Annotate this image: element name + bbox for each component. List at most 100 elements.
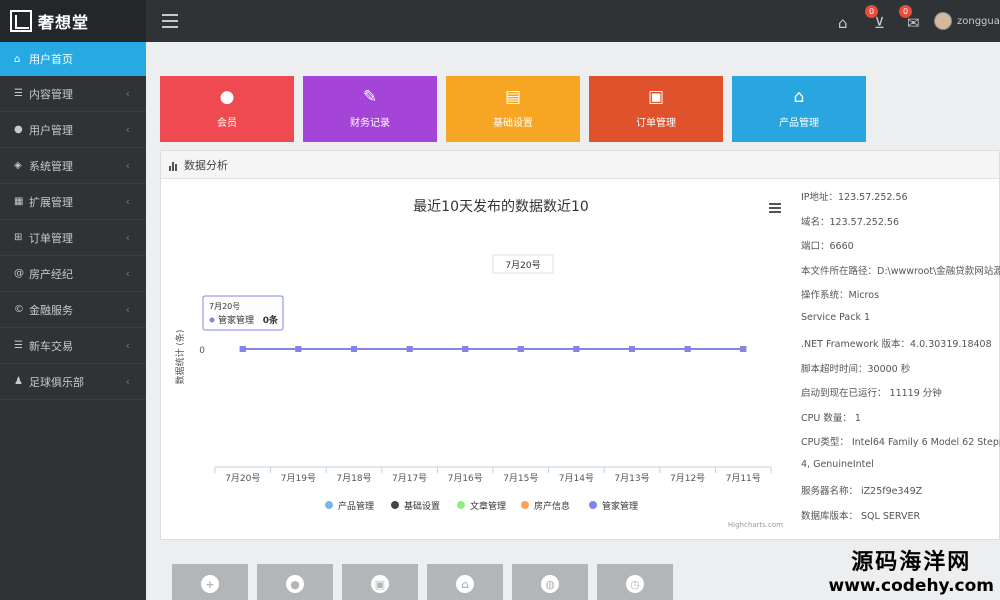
bottom-tile-1[interactable]: ● <box>257 564 333 600</box>
sidebar-item-5[interactable]: ⊞ 订单管理 ‹ <box>0 220 146 256</box>
sidebar-menu: ⌂ 用户首页 ☰ 内容管理 ‹ ● 用户管理 ‹ ◈ 系统管理 ‹ ▦ 扩展管理 ‹ ⊞ 订单管理 ‹ @ 房产经纪… <box>0 42 146 400</box>
sidebar-item-label: 新车交易 <box>29 339 73 353</box>
home-icon: ⌂ <box>14 53 21 65</box>
bottom-tile-0[interactable]: + <box>172 564 248 600</box>
list-icon: ☰ <box>14 340 23 351</box>
bottom-tile-2[interactable]: ▣ <box>342 564 418 600</box>
sidebar-item-label: 房产经纪 <box>29 267 73 281</box>
server-info-line: 启动到现在已运行： 11119 分钟 <box>801 388 942 399</box>
sidebar-item-label: 系统管理 <box>29 159 73 173</box>
tooltip-series: 管家管理 <box>218 314 254 326</box>
x-tick-label: 7月13号 <box>614 473 649 484</box>
chart-menu-icon-bar <box>769 211 781 213</box>
chevron-left-icon: ‹ <box>125 159 130 172</box>
sidebar: 奢想堂 ⌂ 用户首页 ☰ 内容管理 ‹ ● 用户管理 ‹ ◈ 系统管理 ‹ ▦ 扩展管理 ‹ ⊞ 订单管理 ‹ @… <box>0 0 146 600</box>
data-point <box>684 346 691 352</box>
x-tick-label: 7月19号 <box>281 473 316 484</box>
sidebar-item-label: 足球俱乐部 <box>29 375 84 389</box>
cart-badge: 0 <box>865 5 878 18</box>
tile-4[interactable]: ⌂ 产品管理 <box>732 76 866 142</box>
x-tick-label: 7月18号 <box>336 473 371 484</box>
sidebar-item-2[interactable]: ● 用户管理 ‹ <box>0 112 146 148</box>
server-info-line: .NET Framework 版本：4.0.30319.18408 <box>801 339 992 350</box>
data-point <box>239 346 246 352</box>
sidebar-item-8[interactable]: ☰ 新车交易 ‹ <box>0 328 146 364</box>
coin-icon: © <box>14 304 24 315</box>
legend-marker <box>325 501 333 509</box>
server-info-line: 脚本超时时间：30000 秒 <box>801 363 911 375</box>
user-icon: ● <box>286 575 304 593</box>
tile-label: 订单管理 <box>636 118 676 129</box>
chevron-left-icon: ‹ <box>125 231 130 244</box>
bottom-tile-3[interactable]: ⌂ <box>427 564 503 600</box>
tile-label: 财务记录 <box>350 118 390 129</box>
plus-icon: + <box>201 575 219 593</box>
legend-item: 基础设置 <box>404 500 440 512</box>
sidebar-item-3[interactable]: ◈ 系统管理 ‹ <box>0 148 146 184</box>
bottom-tile-5[interactable]: ◷ <box>597 564 673 600</box>
sidebar-item-1[interactable]: ☰ 内容管理 ‹ <box>0 76 146 112</box>
cart-icon: ⊞ <box>14 232 23 243</box>
chart-credit: Highcharts.com <box>728 521 783 529</box>
server-info-line: 域名：123.57.252.56 <box>801 216 900 228</box>
server-info-line: 本文件所在路径：D:\wwwroot\金融贷款网站源码\ <box>801 265 1000 277</box>
y-axis-label: 数据统计 (条) <box>174 330 186 385</box>
globe-icon: ◍ <box>541 575 559 593</box>
sidebar-item-7[interactable]: © 金融服务 ‹ <box>0 292 146 328</box>
sidebar-item-label: 金融服务 <box>29 303 73 317</box>
sidebar-item-9[interactable]: ♟ 足球俱乐部 ‹ <box>0 364 146 400</box>
tile-label: 会员 <box>217 118 237 129</box>
cart-icon[interactable]: ⊻ <box>874 14 885 32</box>
bottom-tile-4[interactable]: ◍ <box>512 564 588 600</box>
avatar[interactable] <box>934 12 952 30</box>
x-tick-label: 7月11号 <box>726 473 761 484</box>
logo-mark-icon <box>10 10 32 32</box>
tooltip-marker <box>209 317 215 323</box>
chevron-left-icon: ‹ <box>125 195 130 208</box>
tile-label: 产品管理 <box>779 118 819 129</box>
tile-3[interactable]: ▣ 订单管理 <box>589 76 723 142</box>
tile-label: 基础设置 <box>493 118 533 129</box>
data-point <box>462 346 469 352</box>
server-info-line: CPU类型： Intel64 Family 6 Model 62 Steppin… <box>801 437 1000 448</box>
sidebar-item-4[interactable]: ▦ 扩展管理 ‹ <box>0 184 146 220</box>
main-content: ● 会员 ✎ 财务记录 ▤ 基础设置 ▣ 订单管理 ⌂ 产品管理 数据分析 最近10天发布的数据数… <box>146 42 1000 600</box>
sidebar-item-label: 用户管理 <box>29 123 73 137</box>
data-point <box>740 346 747 352</box>
tooltip-title: 7月20号 <box>209 302 240 311</box>
list-icon: ☰ <box>14 88 23 99</box>
x-tick-label: 7月16号 <box>448 473 483 484</box>
tile-2[interactable]: ▤ 基础设置 <box>446 76 580 142</box>
username[interactable]: zongguan <box>957 16 1000 27</box>
sidebar-item-label: 用户首页 <box>29 53 73 66</box>
server-info-line: 操作系统：Micros <box>801 290 880 301</box>
server-info-line: 服务器名称： iZ25f9e349Z <box>801 486 923 497</box>
server-icon: ▤ <box>504 87 522 107</box>
data-point <box>295 346 302 352</box>
sidebar-item-0[interactable]: ⌂ 用户首页 <box>0 42 146 76</box>
data-point <box>573 346 580 352</box>
tooltip-value: 0条 <box>263 314 279 326</box>
menu-toggle-icon[interactable] <box>162 14 178 28</box>
sidebar-item-6[interactable]: @ 房产经纪 ‹ <box>0 256 146 292</box>
server-info-line: IP地址：123.57.252.56 <box>801 192 908 203</box>
x-tick-label: 7月15号 <box>503 473 538 484</box>
users-icon: ♟ <box>14 376 23 387</box>
y-tick-label: 0 <box>199 346 205 356</box>
server-info-line: CPU 数量： 1 <box>801 412 861 424</box>
brand-logo[interactable]: 奢想堂 <box>0 0 146 42</box>
tile-0[interactable]: ● 会员 <box>160 76 294 142</box>
user-icon: ● <box>14 124 23 135</box>
clock-icon: ◷ <box>626 575 644 593</box>
hover-label: 7月20号 <box>505 260 540 271</box>
chart-container: 最近10天发布的数据数近10 数据统计 (条) 0 7月20号 7月19号 7月18号 7月… <box>171 189 791 534</box>
legend-item: 房产信息 <box>534 500 570 512</box>
bar-chart-icon <box>169 158 178 171</box>
analysis-panel: 数据分析 最近10天发布的数据数近10 数据统计 (条) 0 7月20号 7月19号 7月… <box>160 150 1000 540</box>
legend-marker <box>457 501 465 509</box>
server-info-line: 4, GenuineIntel <box>801 458 874 470</box>
home-icon[interactable]: ⌂ <box>838 14 848 32</box>
tile-1[interactable]: ✎ 财务记录 <box>303 76 437 142</box>
server-info-line: 数据库版本： SQL SERVER <box>801 510 921 522</box>
mail-badge: 0 <box>899 5 912 18</box>
